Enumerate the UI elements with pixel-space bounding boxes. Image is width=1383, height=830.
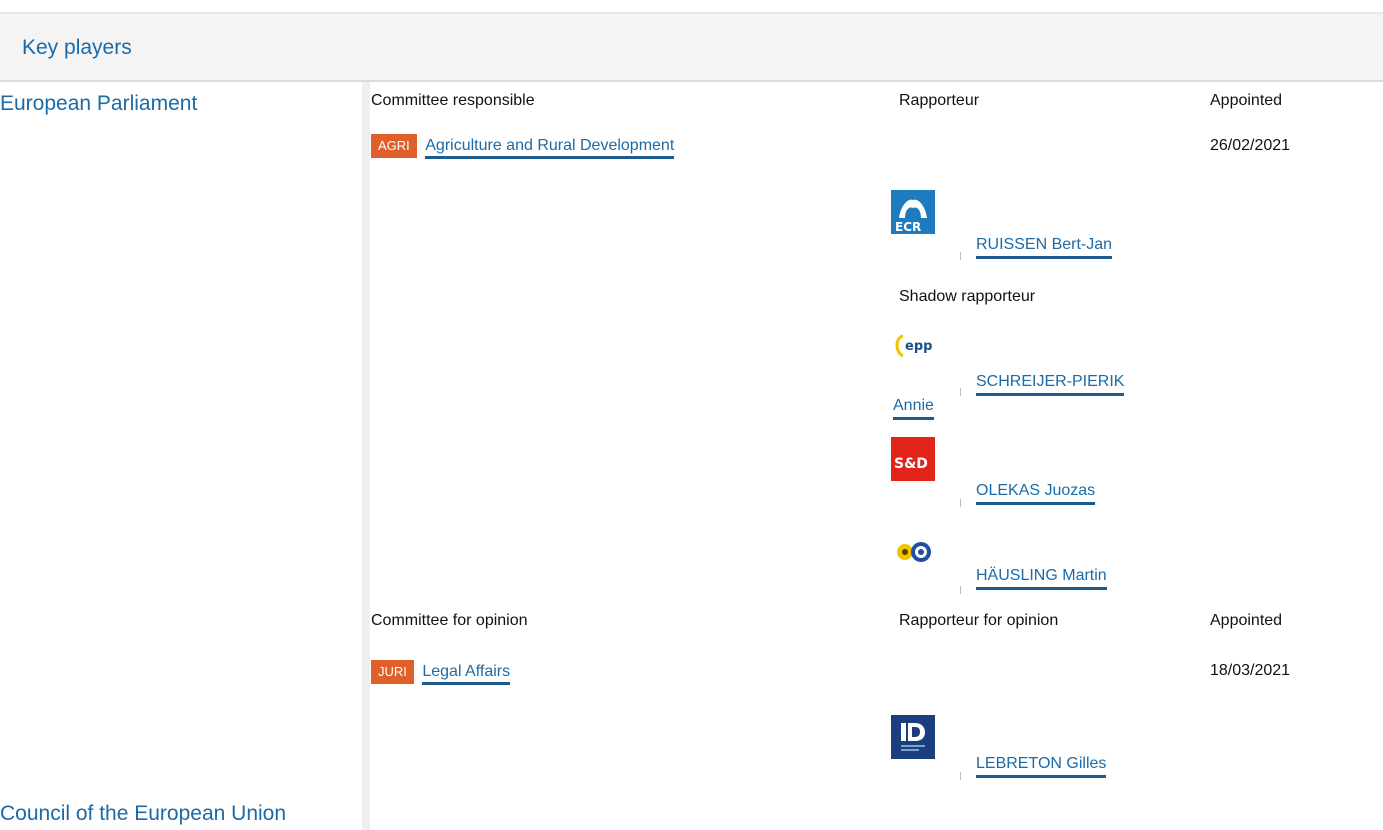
shadow-link-schreijer-pierik-line2[interactable]: Annie bbox=[893, 397, 934, 420]
svg-text:S&D: S&D bbox=[894, 456, 928, 472]
appointed-opinion-label: Appointed bbox=[1210, 612, 1283, 629]
shadow-link-olekas[interactable]: OLEKAS Juozas bbox=[976, 482, 1096, 505]
epp-logo-icon: epp bbox=[891, 326, 935, 370]
section-header: Key players bbox=[0, 14, 1383, 82]
committee-opinion-row: JURI Legal Affairs bbox=[371, 660, 511, 686]
committee-badge-agri: AGRI bbox=[371, 134, 417, 158]
svg-text:epp: epp bbox=[905, 339, 932, 354]
shadow-link-schreijer-pierik-line1[interactable]: SCHREIJER-PIERIK bbox=[976, 373, 1125, 396]
sd-logo-icon: S&D bbox=[891, 437, 935, 481]
ecr-logo-icon: ECR bbox=[891, 190, 935, 234]
committee-responsible-label: Committee responsible bbox=[371, 92, 535, 109]
committee-link-legal-affairs[interactable]: Legal Affairs bbox=[422, 663, 511, 686]
appointed-opinion-date: 18/03/2021 bbox=[1210, 662, 1291, 679]
institution-council[interactable]: Council of the European Union bbox=[0, 802, 286, 826]
rapporteur-opinion-label: Rapporteur for opinion bbox=[899, 612, 1059, 629]
section-title: Key players bbox=[22, 36, 132, 59]
shadow-link-hausling[interactable]: HÄUSLING Martin bbox=[976, 567, 1107, 590]
column-divider bbox=[362, 82, 370, 830]
svg-text:ECR: ECR bbox=[895, 220, 921, 234]
committee-opinion-label: Committee for opinion bbox=[371, 612, 528, 629]
id-logo-icon bbox=[891, 715, 935, 759]
greens-efa-logo-icon bbox=[891, 530, 935, 574]
opinion-rapporteur-link-lebreton[interactable]: LEBRETON Gilles bbox=[976, 755, 1107, 778]
appointed-date: 26/02/2021 bbox=[1210, 137, 1291, 154]
shadow-rapporteur-label: Shadow rapporteur bbox=[899, 288, 1036, 305]
rapporteur-link-ruissen[interactable]: RUISSEN Bert-Jan bbox=[976, 236, 1113, 259]
appointed-label: Appointed bbox=[1210, 92, 1283, 109]
rapporteur-label: Rapporteur bbox=[899, 92, 980, 109]
committee-badge-juri: JURI bbox=[371, 660, 414, 684]
committee-responsible-row: AGRI Agriculture and Rural Development bbox=[371, 134, 675, 160]
institution-european-parliament[interactable]: European Parliament bbox=[0, 92, 197, 116]
committee-link-agriculture[interactable]: Agriculture and Rural Development bbox=[425, 137, 675, 160]
